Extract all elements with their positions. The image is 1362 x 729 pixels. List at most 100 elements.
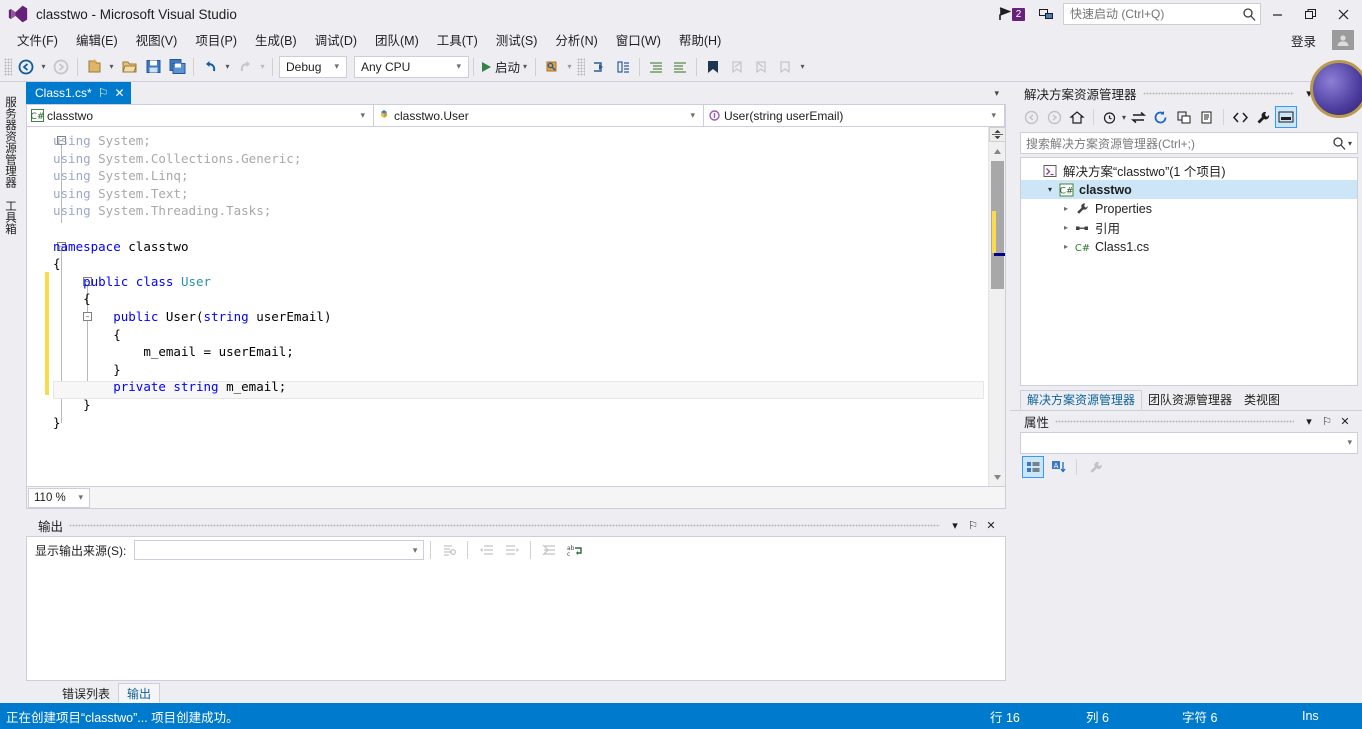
menu-view[interactable]: 视图(V) xyxy=(127,27,187,53)
se-pending-dropdown[interactable]: ▾ xyxy=(1122,113,1126,122)
minimize-button[interactable] xyxy=(1261,0,1294,28)
toolbar-grip-2[interactable] xyxy=(577,57,586,76)
toggle-bookmark-button[interactable] xyxy=(701,55,725,79)
start-debug-button[interactable]: 启动 ▾ xyxy=(478,55,531,79)
outdent-button[interactable] xyxy=(668,55,692,79)
tab-output[interactable]: 输出 xyxy=(118,683,161,703)
indicator-margin[interactable] xyxy=(27,127,45,486)
search-options-dropdown[interactable]: ▾ xyxy=(1348,139,1352,148)
menu-build[interactable]: 生成(B) xyxy=(246,27,306,53)
properties-pane-pin[interactable]: ⚐ xyxy=(1318,412,1336,430)
se-preview-selected-button[interactable] xyxy=(1275,106,1298,128)
tree-item-solution-icon[interactable]: 解决方案“classtwo”(1 个项目) xyxy=(1021,161,1357,180)
close-icon[interactable]: ✕ xyxy=(114,87,124,99)
new-project-button[interactable] xyxy=(82,55,106,79)
step-into-button[interactable] xyxy=(587,55,611,79)
se-home-button[interactable] xyxy=(1066,106,1088,128)
split-view-handle[interactable] xyxy=(989,127,1006,142)
se-view-code-button[interactable] xyxy=(1229,106,1251,128)
alphabetical-view-button[interactable]: A xyxy=(1047,456,1069,478)
properties-pane-close[interactable]: ✕ xyxy=(1336,412,1354,430)
code-text-area[interactable]: – – – – using System; using System.Collec… xyxy=(27,127,988,486)
tab-team-explorer[interactable]: 团队资源管理器 xyxy=(1142,390,1238,410)
se-collapse-all-button[interactable] xyxy=(1173,106,1195,128)
tree-item-references-icon[interactable]: ▸ 引用 xyxy=(1021,218,1357,237)
tree-expander-icon[interactable]: ▸ xyxy=(1059,223,1073,232)
active-files-dropdown[interactable]: ▾ xyxy=(989,88,1004,99)
tree-expander-icon[interactable]: ▸ xyxy=(1059,242,1073,251)
scroll-down-button[interactable] xyxy=(989,469,1006,486)
drag-handle[interactable] xyxy=(1142,91,1294,95)
navigate-backward-button[interactable] xyxy=(14,55,38,79)
output-pane-pin[interactable]: ⚐ xyxy=(964,516,982,534)
notifications-button[interactable]: 2 xyxy=(999,7,1025,21)
sidebar-item-server-explorer[interactable]: 服务器资源管理器 xyxy=(0,90,20,194)
menu-team[interactable]: 团队(M) xyxy=(366,27,428,53)
redo-dropdown[interactable]: ▾ xyxy=(257,55,268,79)
save-all-button[interactable] xyxy=(165,55,189,79)
se-refresh-button[interactable] xyxy=(1150,106,1172,128)
menu-debug[interactable]: 调试(D) xyxy=(306,27,366,53)
tree-expander-icon[interactable]: ▾ xyxy=(1043,185,1057,194)
maximize-button[interactable] xyxy=(1294,0,1327,28)
toggle-word-wrap-button[interactable]: ab c xyxy=(563,538,587,562)
menu-tools[interactable]: 工具(T) xyxy=(428,27,487,53)
navbar-class-combo[interactable]: classtwo.User ▾ xyxy=(374,105,704,126)
step-over-button[interactable] xyxy=(611,55,635,79)
se-sync-button[interactable] xyxy=(1127,106,1149,128)
tab-error-list[interactable]: 错误列表 xyxy=(54,683,118,703)
attach-to-process-button[interactable] xyxy=(540,55,564,79)
solution-explorer-search[interactable]: 搜索解决方案资源管理器(Ctrl+;) ▾ xyxy=(1020,132,1358,154)
output-source-combo[interactable]: ▾ xyxy=(134,540,425,560)
navbar-member-combo[interactable]: User(string userEmail) ▾ xyxy=(704,105,1005,126)
quick-launch-input[interactable] xyxy=(1070,7,1243,21)
properties-grid[interactable] xyxy=(1010,479,1362,703)
save-button[interactable] xyxy=(141,55,165,79)
drag-handle[interactable] xyxy=(69,523,940,527)
new-project-dropdown[interactable]: ▾ xyxy=(106,55,117,79)
close-button[interactable] xyxy=(1327,0,1360,28)
solution-configuration-combo[interactable]: Debug ▾ xyxy=(279,55,347,78)
zoom-level-combo[interactable]: 110 % ▾ xyxy=(28,487,90,508)
tab-class1-cs[interactable]: Class1.cs* ⚐ ✕ xyxy=(26,82,131,104)
drag-handle[interactable] xyxy=(1055,419,1294,423)
navigate-backward-dropdown[interactable]: ▾ xyxy=(38,55,49,79)
properties-pane-dropdown[interactable]: ▾ xyxy=(1300,412,1318,430)
se-pending-changes-button[interactable] xyxy=(1099,106,1121,128)
navbar-project-combo[interactable]: C# classtwo ▾ xyxy=(27,105,374,126)
solution-explorer-tree[interactable]: 解决方案“classtwo”(1 个项目) ▾ C# classtwo ▸ Propert… xyxy=(1020,157,1358,386)
categorized-view-button[interactable] xyxy=(1022,455,1044,478)
undo-button[interactable] xyxy=(198,55,222,79)
pin-icon[interactable]: ⚐ xyxy=(98,86,109,100)
attach-dropdown[interactable]: ▾ xyxy=(564,55,575,79)
menu-help[interactable]: 帮助(H) xyxy=(670,27,730,53)
scroll-up-button[interactable] xyxy=(989,143,1006,160)
sidebar-item-toolbox[interactable]: 工具箱 xyxy=(0,194,20,241)
quick-launch-box[interactable] xyxy=(1063,3,1261,25)
indent-button[interactable] xyxy=(644,55,668,79)
toolbar-grip[interactable] xyxy=(4,57,12,76)
output-pane-dropdown[interactable]: ▾ xyxy=(946,516,964,534)
tree-item-cs-file-icon[interactable]: ▸ C# Class1.cs xyxy=(1021,237,1357,256)
sign-in-button[interactable]: 登录 xyxy=(1285,29,1322,52)
tab-class-view[interactable]: 类视图 xyxy=(1238,390,1286,410)
properties-object-combo[interactable]: ▾ xyxy=(1020,431,1358,454)
editor-vertical-scrollbar[interactable] xyxy=(988,127,1006,486)
undo-dropdown[interactable]: ▾ xyxy=(222,55,233,79)
menu-analyze[interactable]: 分析(N) xyxy=(546,27,606,53)
solution-platform-combo[interactable]: Any CPU ▾ xyxy=(354,55,469,78)
tab-solution-explorer[interactable]: 解决方案资源管理器 xyxy=(1020,389,1143,410)
tree-item-csproj-icon[interactable]: ▾ C# classtwo xyxy=(1021,180,1357,199)
output-text[interactable] xyxy=(27,563,1005,680)
avatar[interactable] xyxy=(1332,30,1354,50)
menu-edit[interactable]: 编辑(E) xyxy=(67,27,127,53)
output-pane-close[interactable]: ✕ xyxy=(982,516,1000,534)
menu-project[interactable]: 项目(P) xyxy=(186,27,246,53)
toolbar-overflow-button[interactable]: ▾ xyxy=(797,55,808,79)
feedback-button[interactable] xyxy=(1035,3,1057,25)
tree-expander-icon[interactable]: ▸ xyxy=(1059,204,1073,213)
menu-window[interactable]: 窗口(W) xyxy=(607,27,670,53)
open-file-button[interactable] xyxy=(117,55,141,79)
chevron-down-icon[interactable]: ▾ xyxy=(523,62,527,71)
tree-item-wrench-icon[interactable]: ▸ Properties xyxy=(1021,199,1357,218)
